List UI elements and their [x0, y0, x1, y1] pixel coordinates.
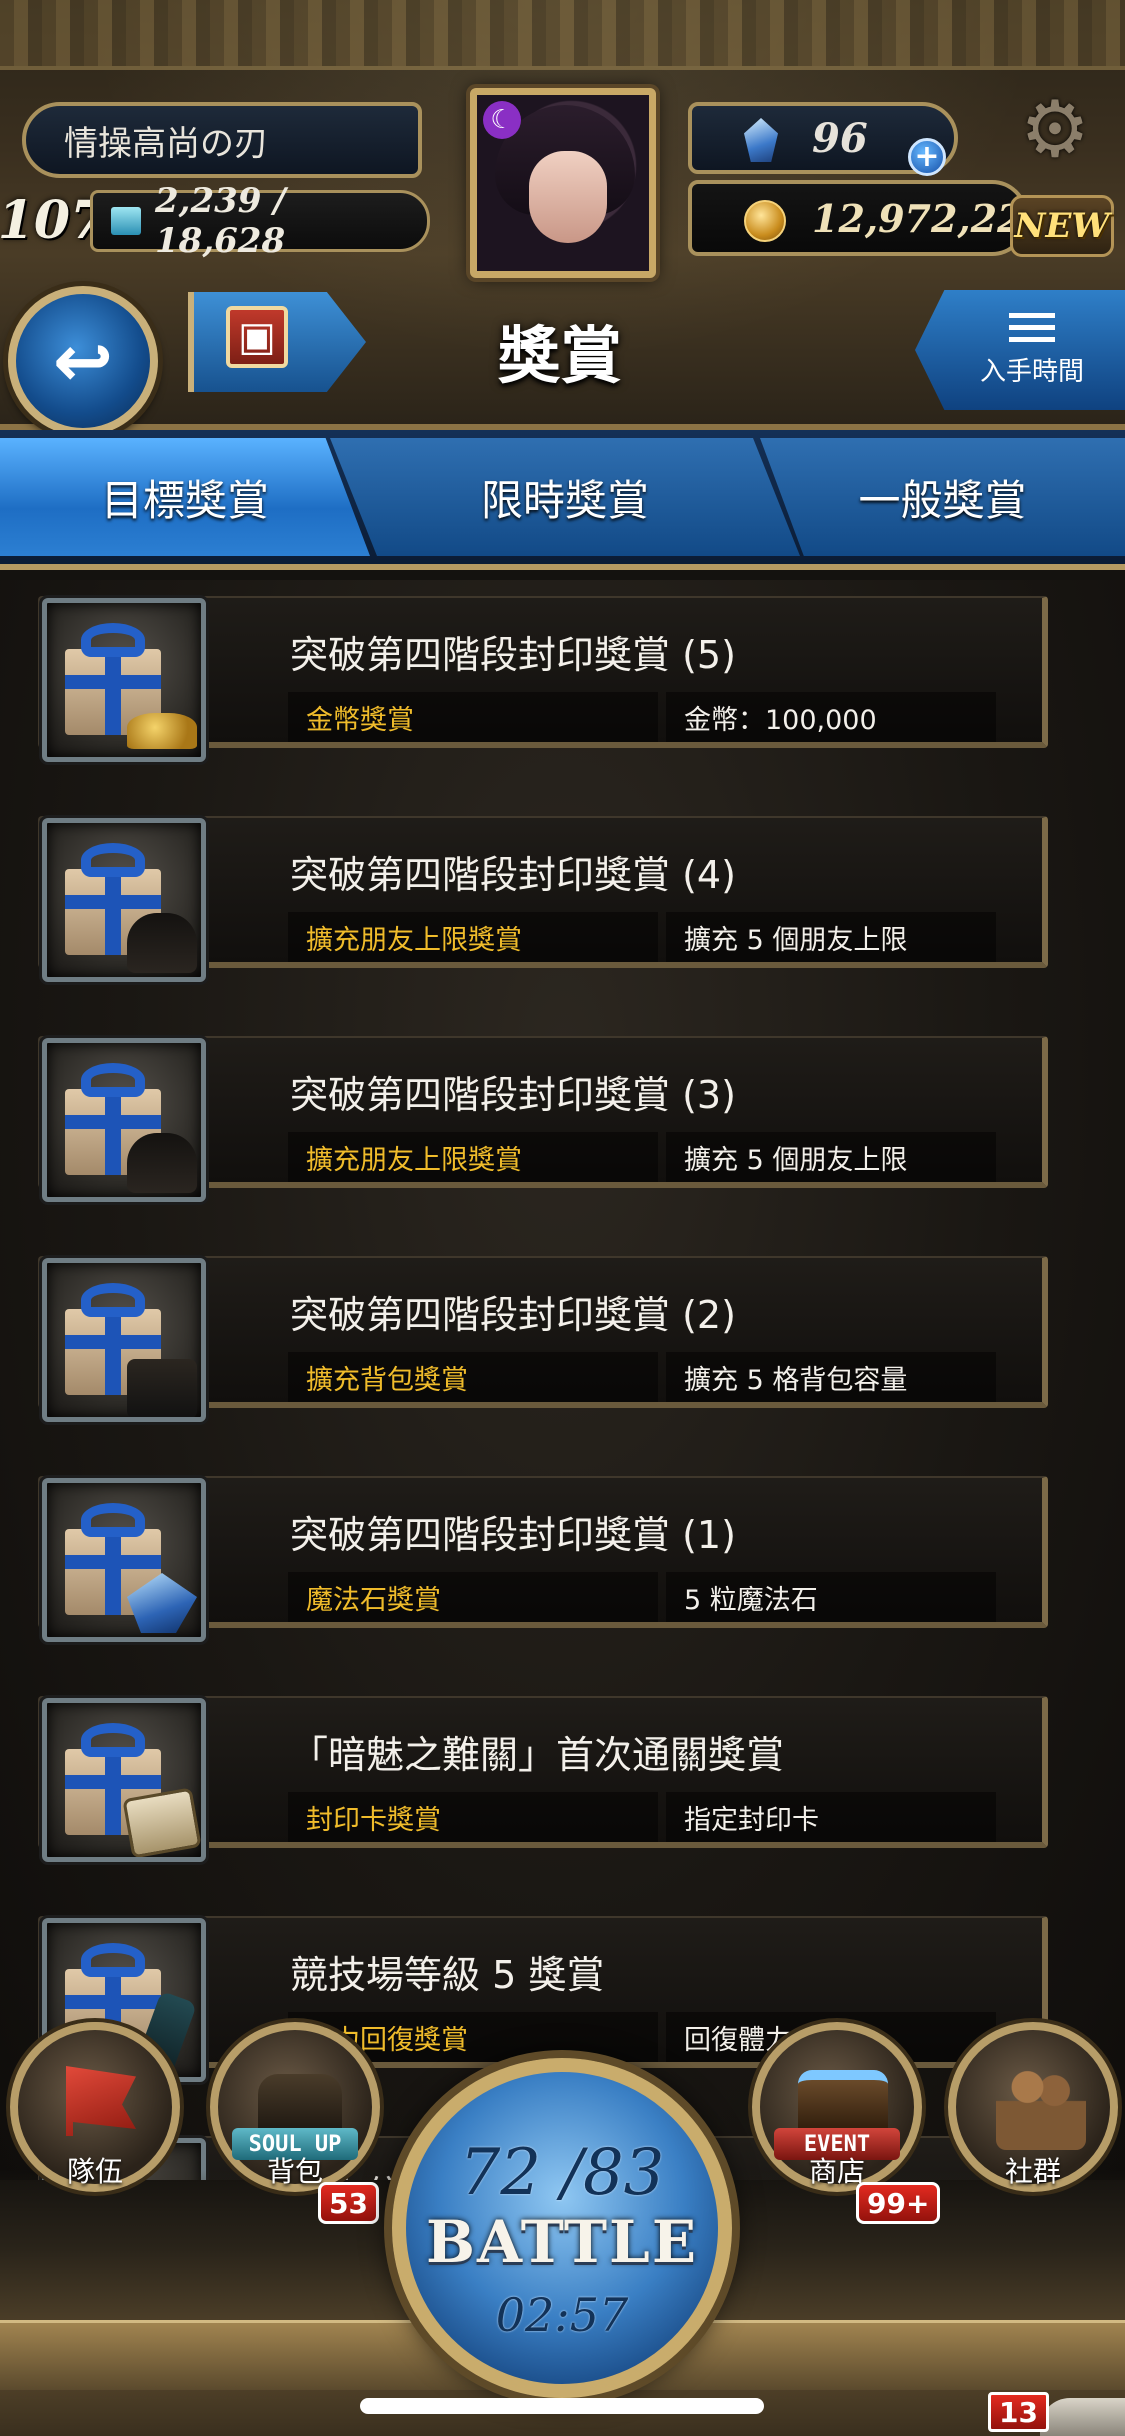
add-gems-plus-icon[interactable]: +: [908, 138, 946, 176]
friend-silhouette-icon: [127, 913, 197, 973]
tab-general-rewards[interactable]: 一般獎賞: [760, 438, 1125, 556]
corner-tile[interactable]: [1040, 2398, 1125, 2436]
reward-title: 「暗魅之難關」首次通關獎賞: [290, 1733, 785, 1777]
nav-bag-button[interactable]: SOUL UP 背包: [210, 2022, 380, 2192]
coin-counter: 12,972,227: [688, 180, 1050, 256]
reward-tab-bar: 目標獎賞 限時獎賞 一般獎賞: [0, 430, 1125, 570]
home-indicator[interactable]: [360, 2398, 764, 2414]
gift-bow-icon: [81, 1943, 145, 1977]
gift-bag-icon: [42, 1258, 206, 1422]
battle-button[interactable]: 72 /83 BATTLE 02:57: [392, 2058, 732, 2398]
new-badge[interactable]: NEW: [1010, 195, 1114, 257]
reward-title: 競技場等級 5 獎賞: [290, 1953, 605, 1997]
coin-pile-icon: [127, 713, 197, 749]
gift-friend-icon: [42, 818, 206, 982]
reward-desc: 擴充 5 格背包容量: [666, 1352, 996, 1402]
bag-icon: [258, 2074, 342, 2134]
backpack-icon: [127, 1359, 197, 1417]
gift-bow-icon: [81, 1283, 145, 1317]
gem-count: 96: [812, 114, 868, 162]
reward-title: 突破第四階段封印獎賞 (5): [290, 633, 736, 677]
reward-title: 突破第四階段封印獎賞 (1): [290, 1513, 736, 1557]
reward-list[interactable]: 突破第四階段封印獎賞 (5) 金幣獎賞 金幣：100,000 突破第四階段封印獎…: [0, 580, 1125, 2180]
gear-icon[interactable]: ⚙: [1000, 80, 1110, 180]
gift-icon: ▣: [226, 306, 288, 368]
gift-bow-icon: [81, 1503, 145, 1537]
page-title: 獎賞: [497, 319, 622, 392]
reward-type: 封印卡獎賞: [288, 1792, 658, 1842]
reward-title: 突破第四階段封印獎賞 (4): [290, 853, 736, 897]
coin-icon: [744, 200, 786, 242]
menu-icon: [1009, 312, 1055, 343]
friend-silhouette-icon: [127, 1133, 197, 1193]
gift-bow-icon: [81, 1063, 145, 1097]
avatar-face: [529, 151, 607, 243]
reward-type: 擴充朋友上限獎賞: [288, 1132, 658, 1182]
player-name: 情操高尚の刃: [22, 102, 422, 178]
reward-type: 金幣獎賞: [288, 692, 658, 742]
reward-desc: 擴充 5 個朋友上限: [666, 912, 996, 962]
reward-title: 突破第四階段封印獎賞 (3): [290, 1073, 736, 1117]
bag-count-badge: 53: [318, 2182, 379, 2224]
reward-desc: 擴充 5 個朋友上限: [666, 1132, 996, 1182]
reward-desc: 金幣：100,000: [666, 692, 996, 742]
nav-shop-button[interactable]: EVENT 商店: [752, 2022, 922, 2192]
reward-row[interactable]: 突破第四階段封印獎賞 (2) 擴充背包獎賞 擴充 5 格背包容量: [0, 1240, 1060, 1422]
reward-type: 擴充背包獎賞: [288, 1352, 658, 1402]
corner-count-badge: 13: [988, 2392, 1049, 2432]
gift-bow-icon: [81, 623, 145, 657]
player-name-text: 情操高尚の刃: [64, 123, 268, 164]
acquire-time-label: 入手時間: [979, 356, 1084, 387]
people-icon: [996, 2060, 1086, 2150]
gift-friend-icon: [42, 1038, 206, 1202]
header: 情操高尚の刃 107 2,239 / 18,628 ☾ 96 + ⚙ 12,97…: [0, 0, 1125, 436]
reward-row[interactable]: 突破第四階段封印獎賞 (4) 擴充朋友上限獎賞 擴充 5 個朋友上限: [0, 800, 1060, 982]
acquire-time-sort-button[interactable]: 入手時間: [915, 290, 1125, 410]
reward-type: 擴充朋友上限獎賞: [288, 912, 658, 962]
nav-social-button[interactable]: 社群: [948, 2022, 1118, 2192]
gift-card-icon: [42, 1698, 206, 1862]
player-level: 107: [0, 189, 107, 251]
back-arrow-icon: ↩: [52, 319, 114, 403]
gift-bow-icon: [81, 1723, 145, 1757]
treasure-chest-icon: [798, 2070, 888, 2134]
shop-count-badge: 99+: [856, 2182, 941, 2224]
gift-bow-icon: [81, 843, 145, 877]
stamina-counter: 72 /83: [459, 2136, 665, 2210]
gift-tab[interactable]: ▣: [188, 292, 366, 392]
player-avatar[interactable]: ☾: [470, 88, 656, 278]
reward-row[interactable]: 突破第四階段封印獎賞 (5) 金幣獎賞 金幣：100,000: [0, 580, 1060, 762]
stamina-timer: 02:57: [495, 2288, 629, 2342]
tab-goal-rewards[interactable]: 目標獎賞: [0, 438, 370, 556]
exp-fill: [111, 207, 141, 235]
reward-desc: 指定封印卡: [666, 1792, 996, 1842]
nav-social-label: 社群: [1004, 2155, 1061, 2188]
battle-label: BATTLE: [425, 2208, 699, 2276]
nav-team-button[interactable]: 隊伍: [10, 2022, 180, 2192]
moon-icon: ☾: [483, 101, 521, 139]
reward-row[interactable]: 突破第四階段封印獎賞 (1) 魔法石獎賞 5 粒魔法石: [0, 1460, 1060, 1642]
reward-title: 突破第四階段封印獎賞 (2): [290, 1293, 736, 1337]
seal-card-icon: [122, 1787, 201, 1857]
exp-bar: 2,239 / 18,628: [90, 181, 430, 261]
header-ornament: [0, 0, 1125, 70]
exp-text: 2,239 / 18,628: [155, 181, 286, 261]
tab-limited-rewards[interactable]: 限時獎賞: [330, 438, 800, 556]
nav-team-label: 隊伍: [66, 2155, 123, 2188]
back-button[interactable]: ↩: [8, 286, 158, 436]
magic-stone-icon: [744, 118, 778, 162]
reward-row[interactable]: 突破第四階段封印獎賞 (3) 擴充朋友上限獎賞 擴充 5 個朋友上限: [0, 1020, 1060, 1202]
reward-desc: 5 粒魔法石: [666, 1572, 996, 1622]
gift-coin-icon: [42, 598, 206, 762]
flag-icon: [66, 2066, 136, 2136]
gift-stone-icon: [42, 1478, 206, 1642]
reward-type: 魔法石獎賞: [288, 1572, 658, 1622]
reward-row[interactable]: 「暗魅之難關」首次通關獎賞 封印卡獎賞 指定封印卡: [0, 1680, 1060, 1862]
